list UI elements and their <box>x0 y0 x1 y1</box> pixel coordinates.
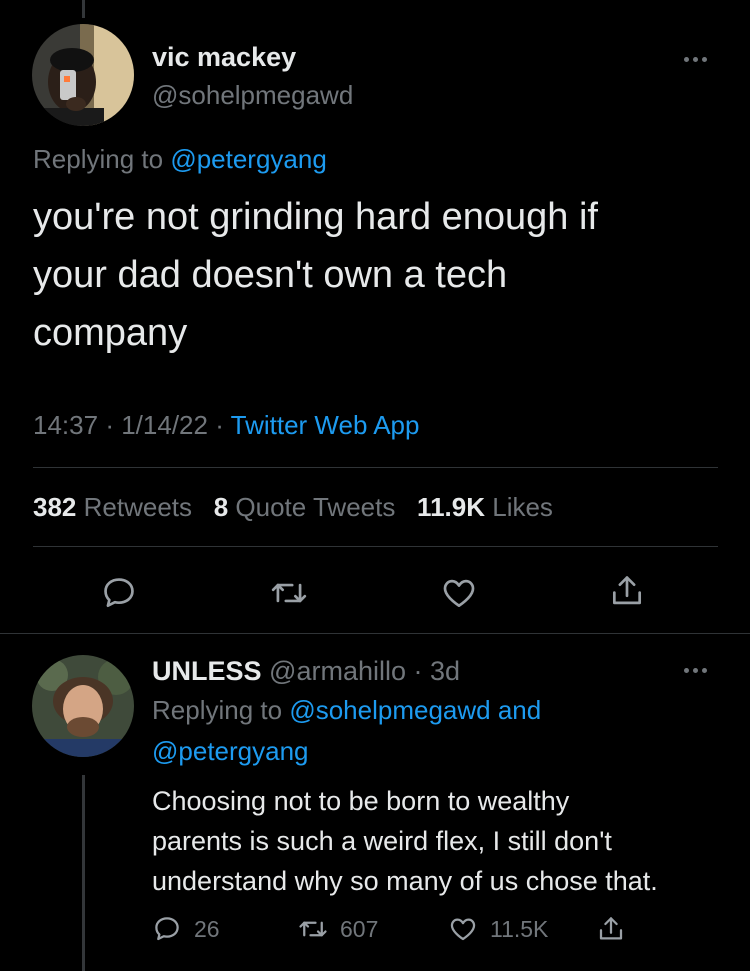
share-icon[interactable] <box>608 572 646 610</box>
retweets-stat[interactable]: 382 Retweets <box>33 492 199 522</box>
avatar[interactable] <box>32 655 134 757</box>
like-icon[interactable] <box>440 574 478 612</box>
retweet-icon[interactable] <box>270 574 308 612</box>
quote-tweets-count: 8 <box>213 492 229 522</box>
quote-tweets-label: Quote Tweets <box>235 492 396 522</box>
tweet-time[interactable]: 14:37 <box>33 410 98 440</box>
avatar[interactable] <box>32 24 134 126</box>
tweet-text-line-1: you're not grinding hard enough if <box>33 196 598 238</box>
retweets-label: Retweets <box>83 492 193 522</box>
divider <box>33 546 718 547</box>
replying-to-link[interactable]: @petergyang <box>152 736 309 767</box>
reply-text-line-2: parents is such a weird flex, I still do… <box>152 826 612 856</box>
like-count: 11.5K <box>490 915 549 942</box>
quote-tweets-stat[interactable]: 8 Quote Tweets <box>214 492 403 522</box>
more-icon[interactable] <box>684 668 707 673</box>
reply-icon[interactable] <box>100 574 138 612</box>
divider <box>0 633 750 634</box>
replying-to-label: Replying to <box>152 695 283 725</box>
reply-replies-action[interactable]: 26 <box>152 914 220 944</box>
tweet-text-line-3: company <box>33 312 188 354</box>
reply-timestamp[interactable]: 3d <box>430 656 460 686</box>
reply-text-line-3: understand why so many of us chose that. <box>152 866 658 896</box>
share-icon[interactable] <box>596 914 626 944</box>
reply-text-line-1: Choosing not to be born to wealthy <box>152 786 570 816</box>
likes-label: Likes <box>492 492 553 522</box>
tweet-date[interactable]: 1/14/22 <box>121 410 208 440</box>
retweets-count: 382 <box>33 492 77 522</box>
replying-to-label: Replying to <box>33 144 164 174</box>
reply-count: 26 <box>194 915 220 942</box>
tweet-stats: 382 Retweets 8 Quote Tweets 11.9K Likes <box>33 492 553 523</box>
meta-separator: · <box>215 410 224 440</box>
likes-stat[interactable]: 11.9K Likes <box>417 492 553 522</box>
reply-separator: · <box>413 656 423 686</box>
retweet-count: 607 <box>340 915 379 942</box>
divider <box>33 467 718 468</box>
like-icon <box>448 914 478 944</box>
replying-to-and: and <box>497 695 542 725</box>
reply-icon <box>152 914 182 944</box>
reply-replying-to: Replying to @sohelpmegawd and <box>152 695 541 726</box>
replying-to: Replying to @petergyang <box>33 144 327 175</box>
reply-author-name[interactable]: UNLESS <box>152 656 262 686</box>
replying-to-link[interactable]: @petergyang <box>170 144 327 174</box>
reply-author-handle[interactable]: @armahillo <box>269 656 406 686</box>
author-handle[interactable]: @sohelpmegawd <box>152 80 353 111</box>
more-icon[interactable] <box>684 57 707 62</box>
author-name[interactable]: vic mackey <box>152 42 296 73</box>
thread-line-bottom <box>82 775 85 971</box>
reply-retweets-action[interactable]: 607 <box>298 914 378 944</box>
tweet-source-link[interactable]: Twitter Web App <box>231 410 420 440</box>
thread-line-top <box>82 0 85 18</box>
replying-to-link[interactable]: @sohelpmegawd <box>289 695 490 725</box>
tweet-meta: 14:37 · 1/14/22 · Twitter Web App <box>33 410 419 441</box>
tweet-text-line-2: your dad doesn't own a tech <box>33 254 508 296</box>
meta-separator: · <box>105 410 114 440</box>
reply-header: UNLESS @armahillo · 3d <box>152 656 460 687</box>
retweet-icon <box>298 914 328 944</box>
reply-likes-action[interactable]: 11.5K <box>448 914 548 944</box>
likes-count: 11.9K <box>417 492 485 522</box>
